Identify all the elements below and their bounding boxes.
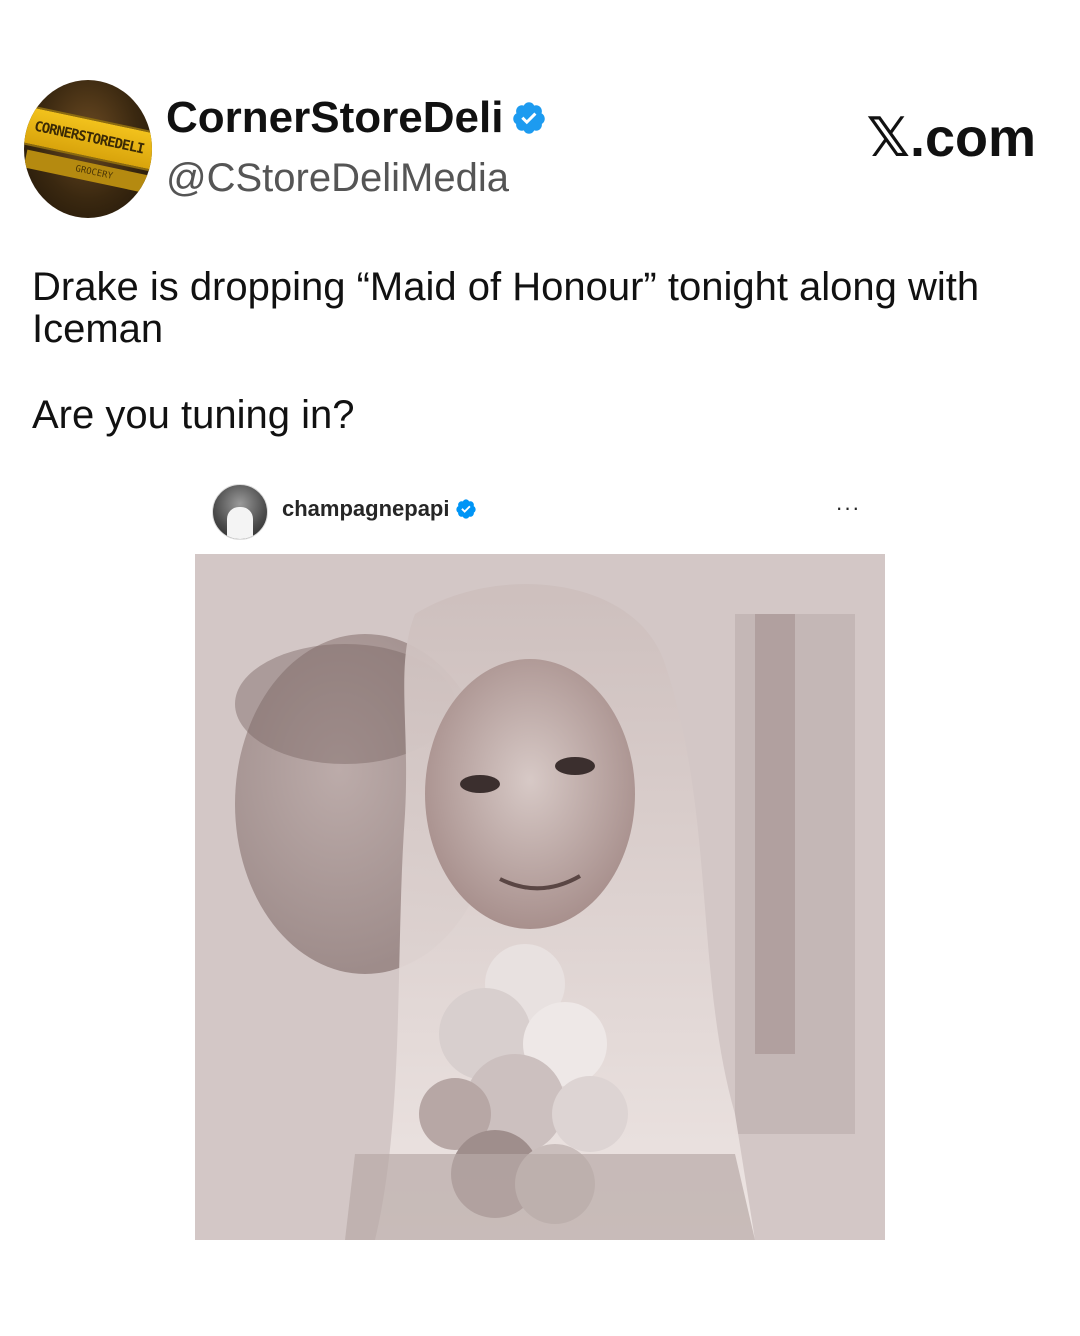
embedded-post-username[interactable]: champagnepapi [282, 494, 449, 524]
display-name-row[interactable]: CornerStoreDeli [166, 92, 547, 144]
embedded-post-photo[interactable] [195, 554, 885, 1240]
account-handle[interactable]: @CStoreDeliMedia [166, 152, 509, 204]
tweet-body: Drake is dropping “Maid of Honour” tonig… [32, 266, 1072, 436]
tweet-line-1: Drake is dropping “Maid of Honour” tonig… [32, 265, 980, 309]
x-logo-site-label: 𝕏.com [866, 108, 1036, 168]
more-horizontal-icon[interactable]: ··· [832, 497, 864, 519]
display-name[interactable]: CornerStoreDeli [166, 92, 503, 144]
verified-badge-icon [513, 102, 546, 134]
embedded-post-avatar[interactable] [212, 484, 268, 540]
avatar-figure [227, 507, 253, 539]
embedded-post-username-row[interactable]: champagnepapi [282, 494, 477, 524]
tweet-line-3: Are you tuning in? [32, 393, 355, 437]
tweet-line-2: Iceman [32, 307, 164, 351]
profile-avatar[interactable]: CORNERSTOREDELI GROCERY [24, 80, 152, 218]
verified-badge-icon [456, 499, 477, 519]
photo-illustration [195, 554, 885, 1240]
